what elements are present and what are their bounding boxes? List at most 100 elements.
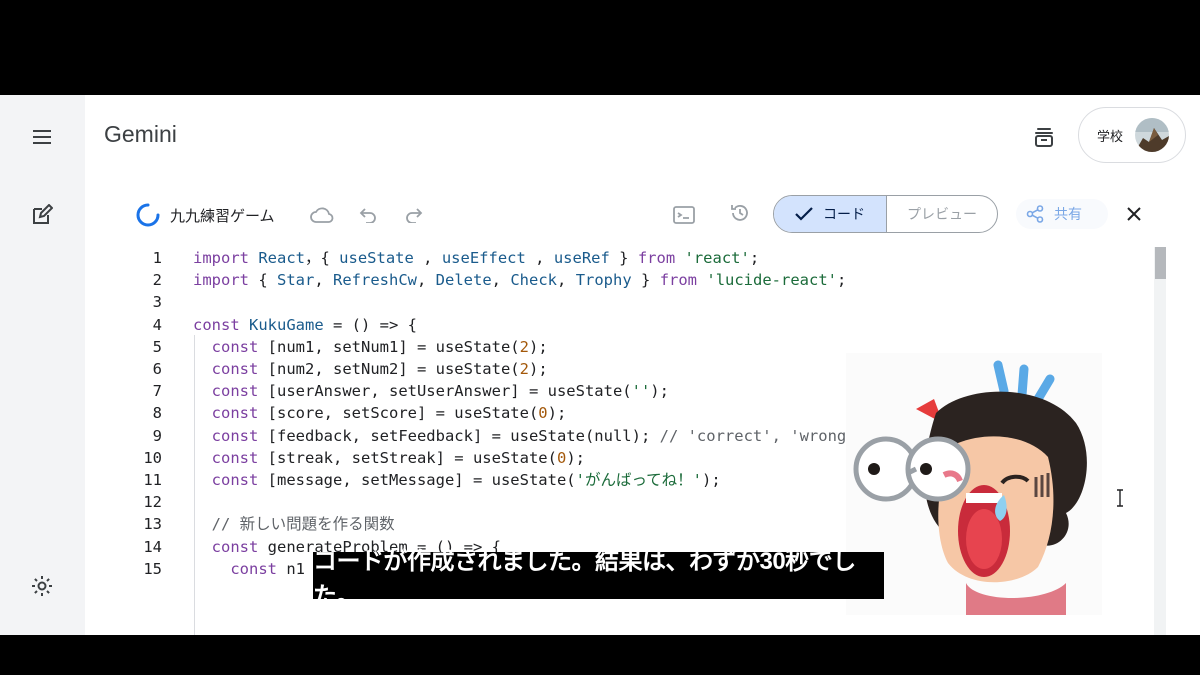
line-number: 2	[152, 271, 162, 290]
code-token: ,	[413, 249, 442, 267]
code-token: );	[528, 360, 548, 378]
code-token: const	[211, 471, 268, 489]
code-token: ，{	[305, 249, 340, 267]
loading-spinner-icon	[134, 201, 162, 229]
side-rail	[0, 95, 85, 635]
preview-button[interactable]: プレビュー	[887, 196, 997, 232]
code-token: 2	[519, 337, 529, 356]
text-cursor-icon	[1114, 489, 1126, 507]
code-view-label: コード	[823, 207, 865, 223]
code-token: n1	[286, 559, 305, 578]
app-title: Gemini	[104, 121, 177, 147]
code-token: );	[528, 337, 548, 356]
code-token: 'lucide-react'	[706, 271, 838, 290]
new-chat-icon[interactable]	[26, 199, 58, 231]
code-token: Check	[510, 271, 558, 290]
code-token: ''	[631, 382, 651, 401]
undo-icon[interactable]	[354, 201, 382, 229]
line-number: 9	[152, 426, 162, 445]
code-line[interactable]: 3	[114, 291, 1154, 313]
video-subtitle: コードが作成されました。結果は、わずか30秒でした。	[313, 548, 884, 610]
share-button[interactable]: 共有	[1016, 199, 1108, 229]
cloud-icon[interactable]	[308, 201, 336, 229]
code-token: {	[258, 271, 277, 290]
archive-icon[interactable]	[1028, 121, 1060, 153]
view-toggle: コード プレビュー	[773, 195, 998, 233]
code-text: import { Star, RefreshCw, Delete, Check,…	[193, 269, 846, 291]
code-token: useEffect	[441, 249, 526, 267]
settings-icon[interactable]	[26, 570, 58, 602]
code-token: const	[211, 382, 268, 401]
history-icon[interactable]	[726, 199, 754, 227]
account-chip[interactable]: 学校	[1078, 107, 1186, 163]
close-icon[interactable]	[1120, 200, 1148, 228]
code-token: React	[258, 249, 305, 267]
share-icon	[1026, 205, 1044, 223]
line-number: 10	[143, 448, 162, 467]
scrollbar-thumb[interactable]	[1155, 247, 1166, 279]
code-line[interactable]: 1 import React，{ useState , useEffect , u…	[114, 247, 1154, 269]
console-icon[interactable]	[670, 201, 698, 229]
check-icon	[795, 207, 813, 221]
code-token: 2	[519, 360, 529, 378]
line-number: 13	[143, 515, 162, 534]
code-token: KukuGame	[249, 315, 324, 334]
code-token: ;	[837, 271, 847, 290]
code-token: import	[193, 271, 259, 290]
line-number: 14	[143, 537, 162, 556]
line-number: 5	[152, 337, 162, 356]
editor-scrollbar[interactable]	[1154, 247, 1166, 635]
code-text: const n1	[193, 558, 305, 580]
doc-title: 九九練習ゲーム	[170, 207, 275, 225]
line-number: 8	[152, 404, 162, 423]
code-token: ,	[314, 271, 333, 290]
line-number: 7	[152, 382, 162, 401]
redo-icon[interactable]	[400, 201, 428, 229]
code-token: const	[211, 404, 268, 423]
code-token: const	[211, 426, 268, 445]
code-line[interactable]: 2 import { Star, RefreshCw, Delete, Check…	[114, 269, 1154, 291]
menu-icon[interactable]	[26, 121, 58, 153]
code-token: const	[211, 448, 268, 467]
code-view-button[interactable]: コード	[774, 196, 887, 232]
line-number: 15	[143, 559, 162, 578]
code-text: const [num1, setNum1] = useState(2);	[193, 336, 548, 358]
code-token: const	[193, 315, 249, 334]
code-token: ;	[749, 249, 760, 267]
code-text: const [userAnswer, setUserAnswer] = useS…	[193, 380, 669, 402]
line-number: 4	[152, 315, 162, 334]
code-token: const	[211, 337, 268, 356]
code-token: 'がんばってね！'	[575, 471, 703, 489]
account-org-label: 学校	[1097, 129, 1124, 145]
code-token: }	[631, 271, 660, 290]
code-text: const [message, setMessage] = useState('…	[193, 469, 721, 491]
code-token: ,	[417, 271, 436, 290]
code-token: Trophy	[575, 271, 632, 290]
code-token: const	[211, 360, 268, 378]
code-token: Star	[277, 271, 315, 290]
line-number: 1	[152, 249, 162, 267]
code-token: const	[230, 559, 287, 578]
code-token: );	[547, 404, 567, 423]
subtitle-text: コードが作成されました。結果は、わずか30秒でした。	[313, 547, 856, 610]
code-token: useRef	[553, 249, 610, 267]
code-token: [score, setScore] = useState(	[267, 404, 539, 423]
code-token: RefreshCw	[333, 271, 417, 290]
share-label: 共有	[1054, 207, 1082, 223]
code-text: // 新しい問題を作る関数	[193, 513, 395, 535]
code-text: const KukuGame = () => {	[193, 314, 417, 336]
code-text: const [streak, setStreak] = useState(0);	[193, 447, 585, 469]
code-token: );	[702, 471, 721, 489]
avatar[interactable]	[1135, 118, 1170, 152]
code-line[interactable]: 4 const KukuGame = () => {	[114, 314, 1154, 336]
canvas-toolbar: 九九練習ゲーム コード プレビュー 共有	[114, 187, 1166, 245]
code-token: ,	[491, 271, 511, 290]
code-token: useState	[339, 249, 414, 267]
code-text: const [score, setScore] = useState(0);	[193, 402, 567, 424]
